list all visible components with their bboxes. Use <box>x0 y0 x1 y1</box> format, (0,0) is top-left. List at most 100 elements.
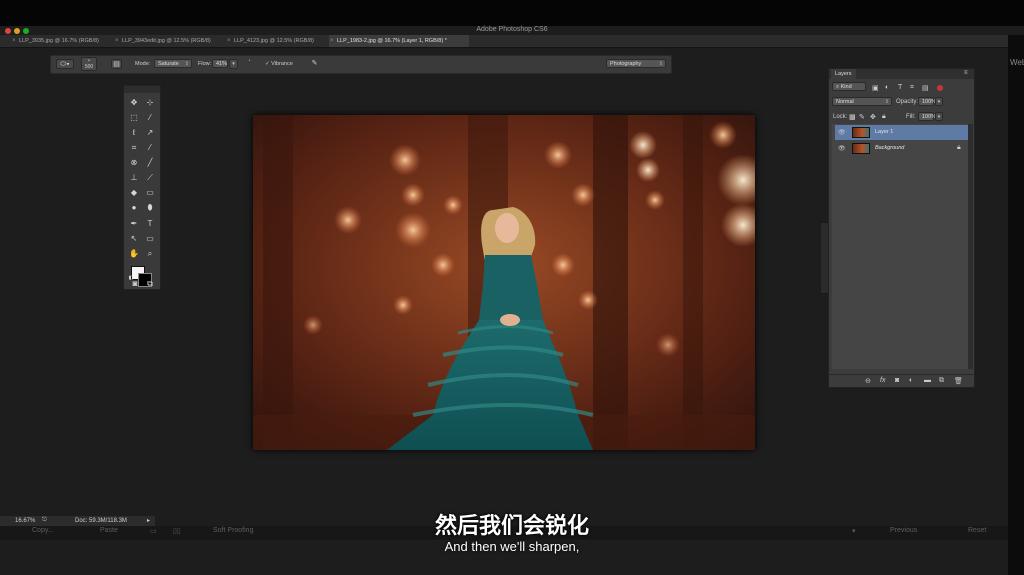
lock-transparent-icon[interactable]: ▩ <box>849 113 856 121</box>
brush-tool-icon[interactable]: ╱ <box>143 156 157 170</box>
filter-kind-value: Kind <box>840 84 852 90</box>
history-brush-tool-icon[interactable]: ⟋ <box>143 171 157 185</box>
link-layers-icon[interactable]: ⊖ <box>865 377 871 385</box>
opacity-dropdown[interactable]: ▾ <box>935 97 943 106</box>
close-tab-icon[interactable]: × <box>12 35 16 47</box>
visibility-eye-icon[interactable]: 👁︎ <box>838 145 846 152</box>
screen-mode-icon[interactable]: ⧉ <box>143 277 157 291</box>
filter-toggle-icon[interactable] <box>937 85 943 91</box>
zoom-tool-icon[interactable]: ⌕ <box>143 247 157 261</box>
brush-preset-picker[interactable]: • 500 <box>81 57 97 71</box>
trash-icon[interactable]: 🗑︎ <box>954 377 963 385</box>
move-tool-icon[interactable]: ✥ <box>127 96 141 110</box>
tools-panel: ✥ ⊹ ⬚ ⁄ ℓ ↗ ⌗ ⁄ ⊗ ╱ ⊥ ⟋ ◆ ▭ ● ⬮ ✒ T ↖ ▭ … <box>123 85 161 290</box>
filter-kind-select[interactable]: ⌕ Kind <box>832 82 866 91</box>
smart-object-filter-icon[interactable]: ▤ <box>922 84 929 92</box>
lock-position-icon[interactable]: ✥ <box>870 113 876 121</box>
new-layer-icon[interactable]: ⧉ <box>939 377 944 385</box>
type-filter-icon[interactable]: T <box>898 84 902 91</box>
close-tab-icon[interactable]: × <box>115 35 119 47</box>
fill-label: Fill: <box>906 114 916 120</box>
fill-value: 100% <box>922 114 937 120</box>
opacity-value: 100% <box>922 99 937 105</box>
layers-panel-tabbar: Layers ≡ <box>829 69 974 79</box>
hand-tool-icon[interactable]: ✋ <box>127 247 141 261</box>
fill-dropdown[interactable]: ▾ <box>935 112 943 121</box>
path-select-tool-icon[interactable]: ↖ <box>127 232 141 246</box>
layer-name: Background <box>875 145 905 151</box>
lock-all-icon[interactable]: 🔒︎ <box>882 113 886 121</box>
layer-row[interactable]: 👁︎ Layer 1 <box>835 125 971 140</box>
document-tab[interactable]: × LLP_3943edit.jpg @ 12.5% (RGB/8) <box>114 35 230 47</box>
artboard-tool-icon[interactable]: ⊹ <box>143 96 157 110</box>
flow-dropdown[interactable]: ▾ <box>229 59 238 69</box>
quick-select-tool-icon[interactable]: ↗ <box>143 126 157 140</box>
vibrance-checkbox[interactable]: ✓ Vibrance <box>265 60 293 68</box>
select-arrow-icon: ⇕ <box>884 99 889 105</box>
tab-label: LLP_4123.jpg @ 12.5% (RGB/8) <box>234 38 314 44</box>
magic-wand-tool-icon[interactable]: ⁄ <box>143 111 157 125</box>
close-tab-icon[interactable]: × <box>227 35 231 47</box>
layers-scrollbar[interactable] <box>968 124 973 369</box>
pressure-size-toggle[interactable]: ✎ <box>309 59 320 69</box>
layer-name: Layer 1 <box>875 129 894 135</box>
close-tab-icon[interactable]: × <box>330 35 334 47</box>
blend-row: Normal ⇕ Opacity: 100% ▾ <box>829 96 974 108</box>
layer-row[interactable]: 👁︎ Background 🔒︎ <box>835 141 971 156</box>
eraser-tool-icon[interactable]: ◆ <box>127 186 141 200</box>
tab-label: LLP_3943edit.jpg @ 12.5% (RGB/8) <box>122 38 211 44</box>
mode-select[interactable]: Saturate ⇕ <box>154 59 192 68</box>
canvas-image[interactable] <box>253 115 755 450</box>
lock-row: Lock: ▩ ✎ ✥ 🔒︎ Fill: 100% ▾ <box>829 111 974 123</box>
gradient-tool-icon[interactable]: ▭ <box>143 186 157 200</box>
quick-mask-mode-icon[interactable]: ◙ <box>128 277 142 291</box>
tool-preset-picker[interactable]: ⬭▾ <box>56 59 74 69</box>
new-group-icon[interactable]: ▬ <box>924 377 931 384</box>
pen-tool-icon[interactable]: ✒ <box>127 217 141 231</box>
layer-style-fx-icon[interactable]: fx <box>880 377 885 384</box>
select-arrow-icon: ⇕ <box>184 61 189 67</box>
dodge-tool-icon[interactable]: ⬮ <box>143 201 157 215</box>
opacity-input[interactable]: 100% <box>918 97 937 106</box>
blur-tool-icon[interactable]: ● <box>127 201 141 215</box>
airbrush-toggle[interactable]: ߵ <box>244 59 255 69</box>
layer-lock-icon: 🔒︎ <box>957 144 961 151</box>
type-tool-icon[interactable]: T <box>143 217 157 231</box>
clone-stamp-tool-icon[interactable]: ⊥ <box>127 171 141 185</box>
workspace-switcher-label[interactable]: Web <box>1010 58 1024 67</box>
brush-size-value: 500 <box>84 64 94 70</box>
workspace-value: Photography <box>610 61 642 67</box>
lock-image-icon[interactable]: ✎ <box>859 113 865 121</box>
workspace-select[interactable]: Photography ⇕ <box>606 59 666 68</box>
blend-mode-select[interactable]: Normal ⇕ <box>832 97 892 106</box>
fill-input[interactable]: 100% <box>918 112 937 121</box>
flow-input[interactable]: 41% <box>212 59 228 68</box>
blend-mode-value: Normal <box>836 99 854 105</box>
crop-tool-icon[interactable]: ⌗ <box>127 141 141 155</box>
tools-panel-handle[interactable] <box>124 86 160 93</box>
brush-panel-toggle[interactable]: ▤ <box>111 59 122 69</box>
panel-menu-icon[interactable]: ≡ <box>964 70 968 76</box>
subtitle-english: And then we'll sharpen, <box>444 539 580 554</box>
document-tab[interactable]: × LLP_4123.jpg @ 12.5% (RGB/8) <box>226 35 334 47</box>
healing-brush-tool-icon[interactable]: ⊗ <box>127 156 141 170</box>
adjustment-filter-icon[interactable]: ◐ <box>885 84 889 91</box>
add-mask-icon[interactable]: ◙ <box>895 377 899 384</box>
marquee-tool-icon[interactable]: ⬚ <box>127 111 141 125</box>
lasso-tool-icon[interactable]: ℓ <box>127 126 141 140</box>
adjustment-layer-icon[interactable]: ◐ <box>909 377 913 384</box>
mode-label: Mode: <box>135 61 151 67</box>
pen-pressure-icon: ✎ <box>311 60 318 67</box>
shape-filter-icon[interactable]: ⌗ <box>910 84 914 92</box>
shape-tool-icon[interactable]: ▭ <box>143 232 157 246</box>
photo-girl-in-forest <box>253 115 755 450</box>
search-icon: ⌕ <box>836 84 840 90</box>
layers-tab[interactable]: Layers <box>831 69 856 79</box>
document-tab[interactable]: × LLP_3935.jpg @ 16.7% (RGB/8) <box>11 35 119 47</box>
pixel-filter-icon[interactable]: ▣ <box>872 84 879 92</box>
tab-label: LLP_3935.jpg @ 16.7% (RGB/8) <box>19 38 99 44</box>
document-tab-active[interactable]: × LLP_1983-2.jpg @ 16.7% (Layer 1, RGB/8… <box>329 35 469 47</box>
eyedropper-tool-icon[interactable]: ⁄ <box>143 141 157 155</box>
visibility-eye-icon[interactable]: 👁︎ <box>838 129 846 136</box>
right-panel-edge <box>1008 35 1024 575</box>
